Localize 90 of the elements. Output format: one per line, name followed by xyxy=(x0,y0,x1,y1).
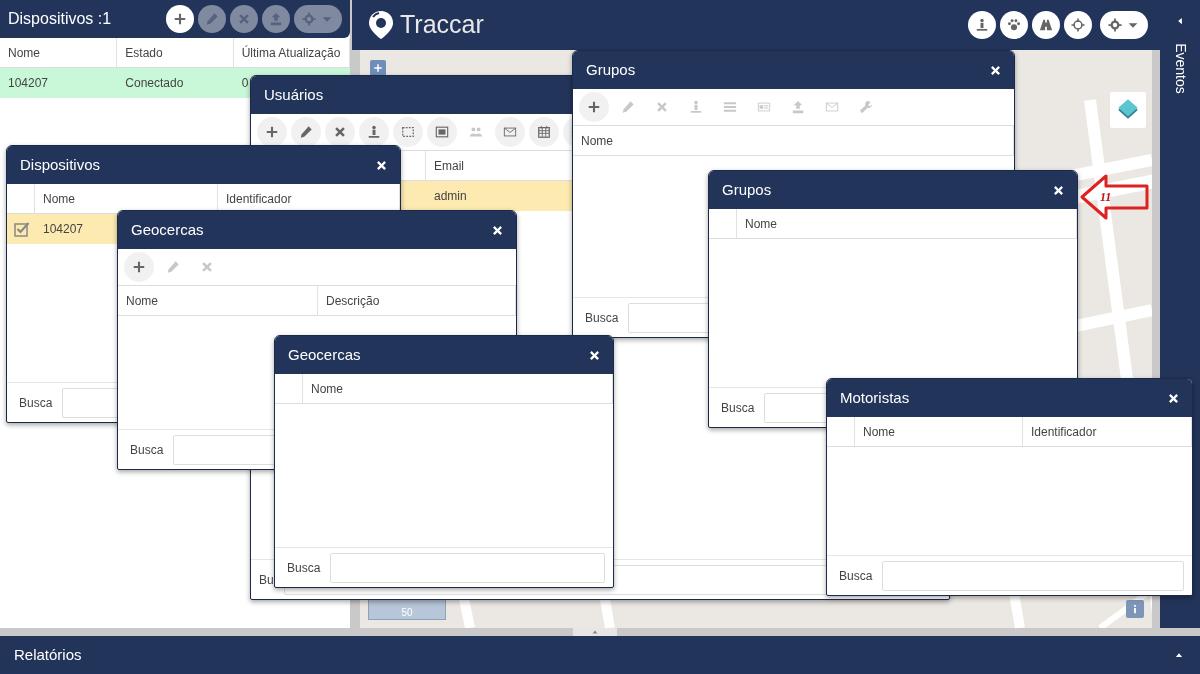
toolbar-button[interactable] xyxy=(257,117,287,147)
window-title: Motoristas xyxy=(840,387,911,408)
table-cell: 0 xyxy=(241,76,249,90)
table-cell: Conectado xyxy=(125,76,184,90)
info-button[interactable] xyxy=(1126,600,1144,618)
upload-icon xyxy=(269,12,283,26)
column-header[interactable]: Nome xyxy=(303,374,613,403)
settings-button[interactable] xyxy=(1100,11,1148,39)
search-label: Busca xyxy=(287,559,321,577)
zoom-in-button[interactable] xyxy=(370,60,386,76)
pencil-icon xyxy=(205,12,219,26)
close-icon xyxy=(491,223,504,237)
pencil-icon xyxy=(166,260,180,274)
toolbar-button[interactable] xyxy=(1032,11,1060,39)
panel-title: Dispositivos :1 xyxy=(8,9,113,29)
card-icon xyxy=(757,100,771,114)
dashed-square-icon xyxy=(401,125,415,139)
settings-icon xyxy=(302,12,316,26)
window-title: Geocercas xyxy=(131,219,205,240)
plus-icon xyxy=(265,125,279,139)
table-cell: 104207 xyxy=(43,222,84,236)
column-header[interactable]: Descrição xyxy=(318,286,516,315)
person-icon xyxy=(975,18,989,32)
close-icon xyxy=(200,260,214,274)
table-cell: admin xyxy=(434,189,467,203)
framed-square-icon xyxy=(435,125,449,139)
search-label: Busca xyxy=(839,567,873,585)
annotation-arrow xyxy=(1080,174,1150,220)
column-header[interactable]: Nome xyxy=(737,209,1077,238)
close-icon xyxy=(375,158,388,172)
envelope-icon xyxy=(503,125,517,139)
search-label: Busca xyxy=(585,309,619,327)
close-icon xyxy=(333,125,347,139)
toolbar-button[interactable] xyxy=(166,5,194,33)
column-header[interactable]: Nome xyxy=(573,126,1014,155)
panel-title: Eventos xyxy=(1171,43,1190,94)
table-cell: 104207 xyxy=(8,76,49,90)
toolbar-button[interactable] xyxy=(968,11,996,39)
window-title: Dispositivos xyxy=(20,154,102,175)
close-icon xyxy=(588,348,601,362)
upload-icon xyxy=(791,100,805,114)
close-icon xyxy=(655,100,669,114)
person-icon xyxy=(367,125,381,139)
column-header[interactable]: Nome xyxy=(118,286,318,315)
plus-icon xyxy=(587,100,601,114)
menu-icon xyxy=(723,100,737,114)
splitter-handle[interactable] xyxy=(573,628,617,636)
close-icon xyxy=(1167,391,1180,405)
close-icon xyxy=(989,63,1002,77)
pencil-icon xyxy=(299,125,313,139)
toolbar-button[interactable] xyxy=(359,117,389,147)
panel-title: Relatórios xyxy=(14,644,83,665)
logo-icon xyxy=(368,10,394,40)
layers-button[interactable] xyxy=(1110,92,1146,128)
plus-icon xyxy=(373,63,383,73)
checkbox[interactable] xyxy=(14,221,30,237)
plus-icon xyxy=(132,260,146,274)
brand-name: Traccar xyxy=(400,9,485,41)
envelope-icon xyxy=(825,100,839,114)
crosshair-icon xyxy=(1071,18,1085,32)
column-header[interactable]: Última Atualização xyxy=(233,38,350,67)
calendar-icon xyxy=(537,125,551,139)
toolbar-button[interactable] xyxy=(325,117,355,147)
settings-icon xyxy=(1108,18,1122,32)
plus-icon xyxy=(173,12,187,26)
column-header[interactable]: Nome xyxy=(0,38,118,67)
search-field[interactable] xyxy=(330,552,605,583)
column-header[interactable]: Identificador xyxy=(1023,417,1192,446)
window-title: Grupos xyxy=(586,59,637,80)
search-label: Busca xyxy=(19,394,53,412)
window-title: Grupos xyxy=(722,179,773,200)
close-icon xyxy=(1052,183,1065,197)
search-label: Busca xyxy=(130,441,164,459)
column-header[interactable]: Estado xyxy=(117,38,234,67)
search-field[interactable] xyxy=(882,560,1184,591)
annotation-label: 11 xyxy=(1100,190,1112,204)
wrench-icon xyxy=(859,100,873,114)
people-icon xyxy=(469,125,483,139)
pencil-icon xyxy=(621,100,635,114)
toolbar-button[interactable] xyxy=(1000,11,1028,39)
window-title: Geocercas xyxy=(288,344,362,365)
search-label: Busca xyxy=(721,399,755,417)
column-header[interactable]: Nome xyxy=(855,417,1023,446)
person-icon xyxy=(689,100,703,114)
toolbar-button[interactable] xyxy=(291,117,321,147)
close-icon xyxy=(237,12,251,26)
paw-icon xyxy=(1007,18,1021,32)
search-label: Bu xyxy=(259,571,274,589)
toolbar-button[interactable] xyxy=(1064,11,1092,39)
scale-label: 50 xyxy=(401,607,413,619)
